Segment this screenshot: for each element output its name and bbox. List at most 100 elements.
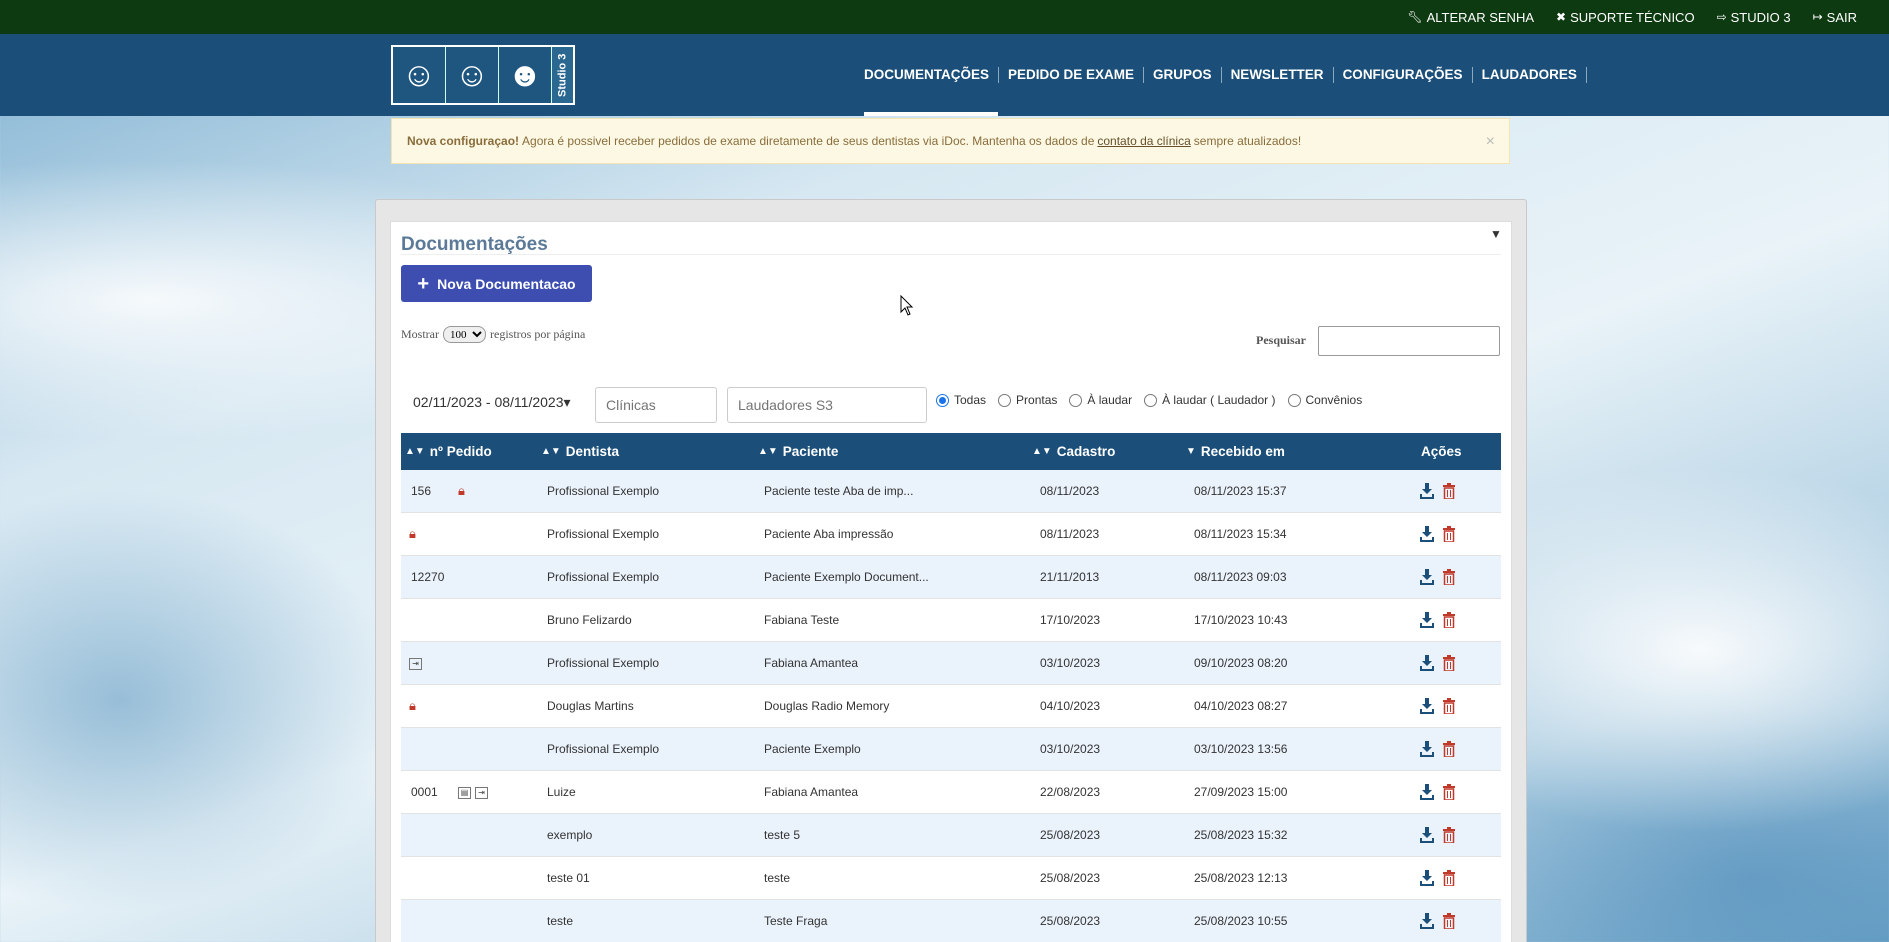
table-row[interactable]: 🔒︎ Profissional Exemplo Paciente Aba impr… — [401, 513, 1501, 556]
import-icon: ⇥ — [409, 657, 422, 670]
table-row[interactable]: 🔒︎ Douglas Martins Douglas Radio Memory 04… — [401, 685, 1501, 728]
logo[interactable]: ☺ ☺ ☻ Studio 3 — [391, 45, 575, 105]
cell-dentista: Profissional Exemplo — [547, 527, 660, 541]
table-row[interactable]: Profissional Exemplo Paciente Exemplo 03/1… — [401, 728, 1501, 771]
cell-pedido: 156 — [411, 470, 431, 512]
table-row[interactable]: 156 🔒︎ Profissional Exemplo Paciente teste… — [401, 470, 1501, 513]
cell-cadastro: 25/08/2023 — [1040, 828, 1101, 842]
cell-paciente: Paciente Exemplo — [764, 742, 861, 756]
sort-icon: ▲▼ — [541, 446, 561, 457]
col-recebido[interactable]: ▼ Recebido em — [1186, 433, 1285, 470]
nav-documentacoes[interactable]: DOCUMENTAÇÕES — [855, 67, 1000, 116]
cell-flags: ⇥ — [409, 642, 426, 684]
nova-documentacao-button[interactable]: + Nova Documentacao — [401, 265, 592, 302]
table-row[interactable]: ⇥ Profissional Exemplo Fabiana Amantea 03/1… — [401, 642, 1501, 685]
radio-convenios[interactable]: Convênios — [1287, 393, 1362, 407]
cell-recebido: 25/08/2023 15:32 — [1194, 828, 1288, 842]
table-row[interactable]: exemplo teste 5 25/08/2023 25/08/2023 15:32 — [401, 814, 1501, 857]
download-icon[interactable] — [1420, 698, 1434, 714]
cell-paciente: teste 5 — [764, 828, 801, 842]
radio-prontas[interactable]: Prontas — [998, 393, 1057, 407]
filter-icon[interactable]: ▼ — [1490, 227, 1502, 241]
table-row[interactable]: teste Teste Fraga 25/08/2023 25/08/2023 10:… — [401, 900, 1501, 942]
alert-link[interactable]: contato da clínica — [1097, 134, 1190, 148]
nav-grupos[interactable]: GRUPOS — [1144, 67, 1222, 83]
table-row[interactable]: 0001 ▤ ⇥ Luize Fabiana Amantea 22/08/2023 27/0… — [401, 771, 1501, 814]
cell-paciente: Paciente teste Aba de imp... — [764, 484, 914, 498]
close-icon[interactable]: × — [1486, 133, 1495, 151]
radio-todas[interactable]: Todas — [936, 393, 986, 407]
cell-recebido: 04/10/2023 08:27 — [1194, 699, 1288, 713]
nav-newsletter[interactable]: NEWSLETTER — [1222, 67, 1334, 83]
cell-dentista: Profissional Exemplo — [547, 484, 660, 498]
trash-icon[interactable] — [1443, 698, 1455, 715]
cell-recebido: 09/10/2023 08:20 — [1194, 656, 1288, 670]
clinicas-input[interactable] — [595, 387, 717, 423]
cell-paciente: Fabiana Teste — [764, 613, 840, 627]
trash-icon[interactable] — [1443, 784, 1455, 801]
radio-dot — [1144, 393, 1158, 407]
download-icon[interactable] — [1420, 913, 1434, 929]
pedido-number: 12270 — [411, 570, 445, 584]
trash-icon[interactable] — [1443, 526, 1455, 543]
wrench-icon: 🔧︎ — [1407, 10, 1423, 24]
trash-icon[interactable] — [1443, 870, 1455, 887]
download-icon[interactable] — [1420, 612, 1434, 628]
download-icon[interactable] — [1420, 741, 1434, 757]
cell-dentista: Profissional Exemplo — [547, 742, 660, 756]
download-icon[interactable] — [1420, 655, 1434, 671]
trash-icon[interactable] — [1443, 827, 1455, 844]
table-row[interactable]: 12270 Profissional Exemplo Paciente Exempl… — [401, 556, 1501, 599]
download-icon[interactable] — [1420, 483, 1434, 499]
col-paciente[interactable]: ▲▼ Paciente — [758, 433, 838, 470]
cell-dentista: Douglas Martins — [547, 699, 634, 713]
search-input[interactable] — [1318, 326, 1500, 356]
lock-icon: 🔒︎ — [458, 483, 465, 498]
cell-cadastro: 22/08/2023 — [1040, 785, 1101, 799]
sair-label: SAIR — [1826, 9, 1857, 25]
trash-icon[interactable] — [1443, 913, 1455, 930]
radio-a-laudar-label: À laudar — [1087, 393, 1133, 407]
alert-tail: sempre atualizados! — [1193, 134, 1302, 148]
search-label: Pesquisar — [1256, 333, 1307, 347]
nav-pedido-de-exame[interactable]: PEDIDO DE EXAME — [999, 67, 1145, 83]
lock-icon: 🔒︎ — [409, 698, 416, 713]
sair-link[interactable]: ↦ SAIR — [1813, 10, 1857, 25]
cell-cadastro: 08/11/2023 — [1040, 527, 1100, 541]
col-pedido[interactable]: ▲▼ nº Pedido — [405, 433, 492, 470]
cell-flags: ▤ ⇥ — [458, 771, 492, 813]
trash-icon[interactable] — [1443, 655, 1455, 672]
cell-dentista: Luize — [547, 785, 576, 799]
download-icon[interactable] — [1420, 827, 1434, 843]
status-radios: Todas Prontas À laudar À laudar ( Laudad… — [936, 393, 1370, 407]
table-row[interactable]: teste 01 teste 25/08/2023 25/08/2023 12:13 — [401, 857, 1501, 900]
nav-configuracoes[interactable]: CONFIGURAÇÕES — [1334, 67, 1473, 83]
alterar-senha-link[interactable]: 🔧︎ ALTERAR SENHA — [1407, 10, 1534, 25]
trash-icon[interactable] — [1443, 483, 1455, 500]
trash-icon[interactable] — [1443, 612, 1455, 629]
logo-face-icon: ☻ — [499, 47, 552, 103]
col-dentista[interactable]: ▲▼ Dentista — [541, 433, 619, 470]
cell-dentista: Bruno Felizardo — [547, 613, 632, 627]
cell-recebido: 08/11/2023 15:37 — [1194, 484, 1287, 498]
col-cadastro[interactable]: ▲▼ Cadastro — [1032, 433, 1115, 470]
nav-laudadores[interactable]: LAUDADORES — [1473, 67, 1587, 83]
download-icon[interactable] — [1420, 870, 1434, 886]
table-row[interactable]: Bruno Felizardo Fabiana Teste 17/10/2023 17… — [401, 599, 1501, 642]
radio-a-laudar[interactable]: À laudar — [1069, 393, 1132, 407]
cell-pedido: 0001 — [411, 771, 438, 813]
documentations-table: ▲▼ nº Pedido ▲▼ Dentista ▲▼ Paciente ▲▼ Cada… — [401, 433, 1501, 942]
download-icon[interactable] — [1420, 784, 1434, 800]
laudadores-input[interactable] — [727, 387, 927, 423]
trash-icon[interactable] — [1443, 741, 1455, 758]
document-icon: ▤ — [458, 786, 471, 799]
date-range-picker[interactable]: 02/11/2023 - 08/11/2023▾ — [413, 394, 571, 411]
suporte-tecnico-link[interactable]: ✖ SUPORTE TÉCNICO — [1556, 10, 1695, 25]
table-header: ▲▼ nº Pedido ▲▼ Dentista ▲▼ Paciente ▲▼ Cada… — [401, 433, 1501, 470]
download-icon[interactable] — [1420, 526, 1434, 542]
download-icon[interactable] — [1420, 569, 1434, 585]
studio3-link[interactable]: ⇨ STUDIO 3 — [1717, 10, 1791, 25]
radio-a-laudar-laudador[interactable]: À laudar ( Laudador ) — [1144, 393, 1276, 407]
page-size-select[interactable]: 100 — [443, 326, 486, 343]
trash-icon[interactable] — [1443, 569, 1455, 586]
